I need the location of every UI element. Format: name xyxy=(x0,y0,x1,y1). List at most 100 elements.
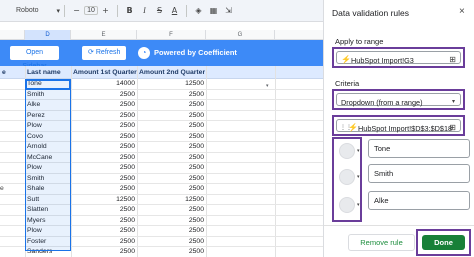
table-cell[interactable]: 2500 xyxy=(137,163,206,174)
column-header-d[interactable]: D xyxy=(25,30,71,40)
table-cell[interactable] xyxy=(0,163,25,174)
table-cell[interactable]: 2500 xyxy=(137,226,206,237)
table-cell[interactable] xyxy=(0,216,25,227)
close-icon[interactable]: × xyxy=(459,6,465,17)
table-cell[interactable] xyxy=(0,121,25,132)
table-cell[interactable]: 2500 xyxy=(137,237,206,248)
dropdown-item-field[interactable]: Tone xyxy=(368,139,470,158)
dropdown-item-field[interactable]: Smith xyxy=(368,164,470,183)
table-cell[interactable]: 2500 xyxy=(71,153,137,164)
table-cell[interactable]: 2500 xyxy=(137,205,206,216)
table-cell[interactable]: 2500 xyxy=(137,132,206,143)
done-button[interactable]: Done xyxy=(422,235,465,250)
font-family-select[interactable]: Roboto ▾ xyxy=(16,7,60,15)
color-chip[interactable] xyxy=(339,143,355,159)
header-cell[interactable]: e xyxy=(0,66,25,79)
italic-button[interactable]: I xyxy=(137,6,152,15)
remove-rule-button[interactable]: Remove rule xyxy=(348,234,415,251)
table-cell[interactable] xyxy=(0,90,25,101)
spreadsheet-area: Roboto ▾ − 10 + B I S A ◈ ▦ ⇲ D E F G Op… xyxy=(0,0,323,257)
color-chip[interactable] xyxy=(339,169,355,185)
table-cell[interactable] xyxy=(0,142,25,153)
table-cell[interactable] xyxy=(0,79,25,90)
active-cell[interactable] xyxy=(25,79,71,90)
table-cell[interactable]: e xyxy=(0,184,25,195)
table-cell[interactable] xyxy=(0,174,25,185)
table-cell[interactable] xyxy=(0,205,25,216)
table-cell[interactable]: 2500 xyxy=(71,100,137,111)
font-size-field[interactable]: 10 xyxy=(84,6,98,15)
table-cell[interactable]: 2500 xyxy=(71,90,137,101)
table-cell[interactable]: 2500 xyxy=(137,216,206,227)
header-cell-q1[interactable]: Amount 1st Quarter xyxy=(71,66,137,79)
refresh-icon: ⟳ xyxy=(88,49,94,56)
bolt-icon: ⚡ xyxy=(348,123,358,132)
table-cell[interactable]: 2500 xyxy=(71,142,137,153)
table-cell[interactable]: 2500 xyxy=(137,100,206,111)
table-cell[interactable]: 2500 xyxy=(71,247,137,257)
decrease-font-size-button[interactable]: − xyxy=(69,6,84,15)
table-cell[interactable] xyxy=(0,247,25,257)
color-chip[interactable] xyxy=(339,197,355,213)
table-cell[interactable]: 2500 xyxy=(137,153,206,164)
bolt-icon: ⚡ xyxy=(341,55,351,64)
table-cell[interactable]: 2500 xyxy=(71,111,137,122)
table-cell[interactable]: 2500 xyxy=(137,142,206,153)
select-range-icon[interactable]: ⊞ xyxy=(449,55,456,64)
chevron-down-icon[interactable]: ▾ xyxy=(357,148,360,154)
toolbar-divider xyxy=(64,4,65,17)
powered-by-label: Powered by Coefficient xyxy=(154,48,237,57)
table-cell[interactable]: 2500 xyxy=(71,237,137,248)
table-cell[interactable] xyxy=(0,237,25,248)
table-cell[interactable]: 12500 xyxy=(137,195,206,206)
strikethrough-button[interactable]: S xyxy=(152,6,167,15)
table-cell[interactable]: 2500 xyxy=(71,121,137,132)
table-cell[interactable]: 2500 xyxy=(137,121,206,132)
table-cell[interactable] xyxy=(0,153,25,164)
increase-font-size-button[interactable]: + xyxy=(98,6,113,15)
table-cell[interactable]: 12500 xyxy=(71,195,137,206)
table-cell[interactable]: 2500 xyxy=(137,111,206,122)
table-cell[interactable]: 2500 xyxy=(137,174,206,185)
table-cell[interactable] xyxy=(0,195,25,206)
table-cell[interactable]: 14000 xyxy=(71,79,137,90)
table-cell[interactable]: 2500 xyxy=(71,163,137,174)
dropdown-item-field[interactable]: Alke xyxy=(368,191,470,210)
chevron-down-icon[interactable]: ▾ xyxy=(266,83,269,89)
fill-color-icon[interactable]: ◈ xyxy=(191,6,206,15)
column-header-g[interactable]: G xyxy=(206,30,275,40)
table-cell[interactable] xyxy=(0,111,25,122)
table-cell[interactable]: 2500 xyxy=(71,226,137,237)
table-cell[interactable]: 2500 xyxy=(71,216,137,227)
header-cell-last-name[interactable]: Last name xyxy=(25,66,71,79)
header-cell-q2[interactable]: Amount 2nd Quarter xyxy=(137,66,206,79)
bold-button[interactable]: B xyxy=(122,6,137,15)
source-range-input[interactable]: ⋮⋮ ⚡ HubSpot Import!$D$3:$D$18 ⊞ xyxy=(336,119,461,133)
chevron-down-icon[interactable]: ▾ xyxy=(357,202,360,208)
table-cell[interactable] xyxy=(0,132,25,143)
open-sidebar-button[interactable]: Open Sidebar xyxy=(10,46,59,70)
table-cell[interactable]: 2500 xyxy=(71,184,137,195)
merge-cells-icon[interactable]: ⇲ xyxy=(221,6,236,15)
table-cell[interactable]: 2500 xyxy=(71,132,137,143)
text-color-button[interactable]: A xyxy=(167,6,182,15)
table-cell[interactable]: 2500 xyxy=(71,174,137,185)
column-header-f[interactable]: F xyxy=(137,30,206,40)
table-cell[interactable]: 2500 xyxy=(137,247,206,257)
borders-icon[interactable]: ▦ xyxy=(206,6,221,15)
table-cell[interactable]: 12500 xyxy=(137,79,206,90)
criteria-label: Criteria xyxy=(335,79,360,88)
table-cell[interactable] xyxy=(0,226,25,237)
refresh-button[interactable]: ⟳ Refresh xyxy=(82,46,126,60)
table-cell[interactable]: 2500 xyxy=(137,184,206,195)
column-header-e[interactable]: E xyxy=(71,30,137,40)
column-header[interactable] xyxy=(275,30,323,40)
range-input[interactable]: ⚡ HubSpot Import!G3 ⊞ xyxy=(336,51,461,65)
table-cell[interactable] xyxy=(0,100,25,111)
select-range-icon[interactable]: ⊞ xyxy=(449,123,456,132)
criteria-select[interactable]: Dropdown (from a range) ▾ xyxy=(336,93,461,107)
table-cell[interactable]: 2500 xyxy=(71,205,137,216)
column-header[interactable] xyxy=(0,30,25,40)
chevron-down-icon[interactable]: ▾ xyxy=(357,174,360,180)
table-cell[interactable]: 2500 xyxy=(137,90,206,101)
